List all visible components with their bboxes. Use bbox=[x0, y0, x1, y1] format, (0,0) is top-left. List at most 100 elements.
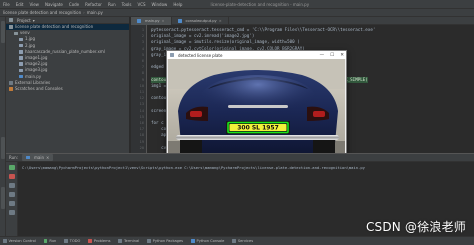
close-icon[interactable]: × bbox=[46, 155, 49, 160]
tool-window-label: Run bbox=[49, 239, 57, 243]
rerun-icon[interactable] bbox=[9, 165, 15, 170]
line-number: 13 bbox=[139, 102, 144, 107]
code-line[interactable]: original_image = cv2.imread('image2.jpg'… bbox=[151, 33, 254, 39]
breadcrumb-file[interactable]: main.py bbox=[87, 10, 103, 15]
run-panel-toolbar bbox=[6, 162, 18, 236]
menu-item-code[interactable]: Code bbox=[69, 2, 79, 7]
folder-icon bbox=[9, 25, 13, 29]
line-number: 16 bbox=[139, 121, 144, 125]
image-file-icon bbox=[19, 43, 23, 48]
line-number: 1 bbox=[141, 28, 144, 32]
chevron-down-icon[interactable]: ▾ bbox=[33, 18, 35, 23]
menu-item-window[interactable]: Window bbox=[152, 2, 168, 7]
vcs-icon bbox=[3, 239, 7, 243]
editor-tab[interactable]: main.py × bbox=[131, 17, 172, 25]
project-tree: license plate detection and recognition v… bbox=[6, 24, 129, 92]
menu-item-run[interactable]: Run bbox=[108, 2, 116, 7]
menu-item-refactor[interactable]: Refactor bbox=[85, 2, 102, 7]
soft-wrap-icon[interactable] bbox=[9, 192, 15, 197]
line-number: 15 bbox=[139, 114, 144, 119]
tool-window-version-control[interactable]: Version Control bbox=[3, 239, 36, 243]
tool-window-problems[interactable]: Problems bbox=[88, 239, 110, 243]
image-file-icon bbox=[19, 68, 23, 73]
line-number: 2 bbox=[141, 34, 144, 39]
tool-window-label: Terminal bbox=[123, 239, 140, 243]
maximize-button[interactable]: ☐ bbox=[330, 53, 334, 58]
tool-window-run[interactable]: Run bbox=[43, 239, 57, 243]
breadcrumb-project[interactable]: license plate detection and recognition bbox=[3, 10, 81, 15]
python-file-icon bbox=[137, 19, 141, 23]
line-number: 9 bbox=[141, 77, 144, 82]
project-panel-header[interactable]: Project ▾ bbox=[6, 17, 129, 24]
tool-window-label: TODO bbox=[69, 239, 81, 243]
trash-icon[interactable] bbox=[9, 210, 15, 215]
tree-item-label: Scratches and Consoles bbox=[15, 85, 63, 91]
library-icon bbox=[9, 81, 13, 85]
project-panel: Project ▾ license plate detection and re… bbox=[6, 17, 130, 153]
editor-tab-bar: main.py × consoleoutput.py × bbox=[131, 17, 474, 25]
line-number: 17 bbox=[139, 127, 144, 132]
line-number: 19 bbox=[139, 139, 144, 144]
line-number-gutter: 1 2 3 4 5 6 7 8 9 10 11 12 13 14 15 16 17 18 19 20 bbox=[131, 25, 147, 153]
image-file-icon bbox=[19, 62, 23, 66]
menu-item-edit[interactable]: Edit bbox=[16, 2, 24, 7]
editor-tab-label: main.py bbox=[145, 19, 160, 23]
breadcrumb: license plate detection and recognition … bbox=[0, 9, 474, 17]
tool-window-python-packages[interactable]: Python Packages bbox=[147, 239, 183, 243]
python-console-icon bbox=[191, 239, 195, 243]
menu-item-help[interactable]: Help bbox=[173, 2, 182, 7]
line-number: 7 bbox=[141, 65, 144, 70]
packages-icon bbox=[147, 239, 151, 243]
menu-item-tools[interactable]: Tools bbox=[122, 2, 132, 7]
tool-window-terminal[interactable]: Terminal bbox=[118, 239, 139, 243]
scroll-to-end-icon[interactable] bbox=[9, 183, 15, 188]
minimize-button[interactable]: — bbox=[320, 53, 325, 58]
print-icon[interactable] bbox=[9, 201, 15, 206]
code-line[interactable]: pytesseract.pytesseract.tesseract_cmd = … bbox=[151, 27, 375, 33]
code-line[interactable]: original_image = imutils.resize(original… bbox=[151, 39, 300, 45]
services-icon bbox=[232, 239, 236, 243]
editor-tab[interactable]: consoleoutput.py × bbox=[172, 17, 229, 25]
car-rear-illustration: 300 SL 1957 bbox=[168, 59, 345, 154]
tool-window-label: Services bbox=[237, 239, 254, 243]
line-number: 20 bbox=[139, 145, 144, 150]
project-tool-window-button[interactable] bbox=[1, 21, 5, 43]
tool-window-python-console[interactable]: Python Console bbox=[191, 239, 224, 243]
tool-window-todo[interactable]: TODO bbox=[64, 239, 80, 243]
line-number: 3 bbox=[141, 40, 144, 45]
window-title: license-plate-detection and recognition … bbox=[210, 1, 310, 7]
xml-file-icon bbox=[19, 50, 23, 54]
menu-item-navigate[interactable]: Navigate bbox=[45, 2, 63, 7]
line-number: 5 bbox=[141, 52, 144, 57]
close-icon[interactable]: × bbox=[219, 19, 222, 23]
structure-tool-window-button[interactable] bbox=[1, 137, 5, 159]
detected-car-image: 300 SL 1957 bbox=[168, 59, 345, 154]
tool-window-services[interactable]: Services bbox=[232, 239, 253, 243]
python-file-icon bbox=[177, 19, 182, 23]
favorites-tool-window-button[interactable] bbox=[1, 187, 5, 209]
menu-item-view[interactable]: View bbox=[29, 2, 39, 7]
menu-bar: File Edit View Navigate Code Refactor Run Tools… bbox=[0, 0, 474, 9]
run-icon bbox=[43, 239, 48, 243]
line-number: 8 bbox=[141, 71, 144, 76]
bottom-tool-window-bar: Version Control Run TODO Problems Terminal Py… bbox=[0, 236, 474, 245]
image-window-title: detected license plate bbox=[178, 52, 223, 58]
close-icon[interactable]: × bbox=[162, 19, 165, 23]
image-window-titlebar[interactable]: detected license plate — ☐ ✕ bbox=[167, 51, 346, 59]
run-tab-main[interactable]: main × bbox=[22, 154, 54, 161]
breadcrumb-separator: › bbox=[83, 10, 85, 15]
line-number: 11 bbox=[139, 90, 144, 94]
plate-text: 300 SL 1957 bbox=[237, 125, 279, 132]
image-window[interactable]: detected license plate — ☐ ✕ 300 SL 1957 bbox=[166, 50, 347, 156]
menu-item-vcs[interactable]: VCS bbox=[137, 2, 145, 7]
stop-icon[interactable] bbox=[9, 174, 15, 179]
run-panel-label: Run: bbox=[9, 155, 19, 160]
folder-icon bbox=[9, 18, 13, 22]
scratches-icon bbox=[9, 87, 13, 91]
close-button[interactable]: ✕ bbox=[340, 53, 344, 58]
tool-window-label: Version Control bbox=[8, 239, 36, 243]
menu-item-file[interactable]: File bbox=[3, 2, 10, 7]
image-file-icon bbox=[19, 37, 23, 42]
tree-item[interactable]: Scratches and Consoles bbox=[6, 86, 129, 92]
run-tab-label: main bbox=[34, 155, 45, 160]
